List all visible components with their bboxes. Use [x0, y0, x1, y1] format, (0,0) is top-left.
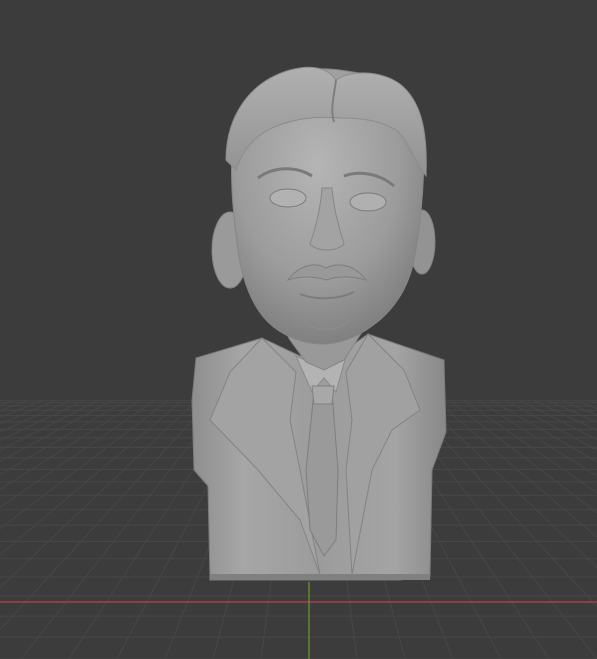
grid-line [0, 399, 114, 463]
grid-line [0, 399, 142, 491]
grid-line [0, 399, 128, 475]
grid-line [490, 399, 597, 463]
grid-line [0, 399, 2, 401]
3d-viewport[interactable] [0, 0, 597, 659]
grid-line [546, 399, 597, 423]
tie-knot [311, 385, 335, 405]
left-eye [269, 188, 307, 208]
grid-line [574, 399, 597, 410]
viewport-scene[interactable] [0, 0, 597, 659]
grid-line [434, 399, 597, 538]
grid-line [0, 399, 100, 451]
grid-line [420, 399, 597, 569]
grid-line [0, 399, 212, 631]
grid-line [0, 399, 170, 530]
right-eye [349, 192, 387, 212]
sculpted-bust[interactable] [191, 66, 447, 581]
